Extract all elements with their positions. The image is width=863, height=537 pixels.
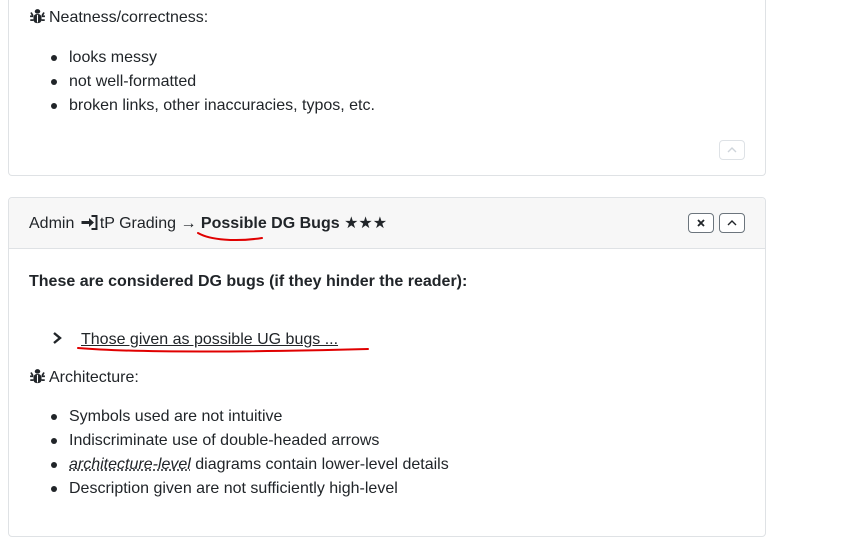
neatness-heading-row: Neatness/correctness: [29,8,208,28]
bug-icon [29,368,46,385]
neatness-card: Neatness/correctness: looks messy not we… [8,0,766,176]
list-item: Description given are not sufficiently h… [29,477,449,501]
collapse-button[interactable] [719,140,745,160]
dg-intro: These are considered DG bugs (if they hi… [29,272,467,292]
bug-icon [29,8,46,25]
details-toggle[interactable]: Those given as possible UG bugs ... [51,330,338,350]
dg-bugs-card: Admin tP Grading → Possible DG Bugs ★★★ … [8,197,766,537]
sign-in-icon [81,215,98,230]
glossary-term[interactable]: architecture-level [69,456,191,473]
star-rating: ★★★ [344,215,387,232]
list-item: broken links, other inaccuracies, typos,… [29,94,375,118]
list-item: looks messy [29,46,375,70]
list-item: Indiscriminate use of double-headed arro… [29,429,449,453]
breadcrumb: Admin tP Grading → Possible DG Bugs ★★★ [29,214,387,234]
list-item-text: Symbols used are not intuitive [69,408,282,425]
chevron-up-icon [727,219,737,227]
architecture-heading: Architecture: [49,369,139,386]
architecture-list: Symbols used are not intuitive Indiscrim… [29,405,449,501]
close-icon [696,218,706,228]
list-item-text: diagrams contain lower-level details [191,456,449,473]
list-item-text: Indiscriminate use of double-headed arro… [69,432,379,449]
list-item: not well-formatted [29,70,375,94]
close-button[interactable] [688,213,714,233]
collapse-button[interactable] [719,213,745,233]
chevron-right-icon [51,331,63,345]
list-item-text: Description given are not sufficiently h… [69,480,398,497]
list-item: Symbols used are not intuitive [29,405,449,429]
breadcrumb-arrow: → [180,215,196,232]
card-header: Admin tP Grading → Possible DG Bugs ★★★ [9,198,765,249]
details-summary[interactable]: Those given as possible UG bugs ... [81,331,338,348]
page-title: Possible DG Bugs [201,215,340,232]
breadcrumb-section[interactable]: tP Grading [100,215,176,232]
architecture-heading-row: Architecture: [29,368,139,388]
chevron-up-icon [727,146,737,154]
neatness-heading: Neatness/correctness: [49,9,208,26]
breadcrumb-admin[interactable]: Admin [29,215,74,232]
neatness-list: looks messy not well-formatted broken li… [29,46,375,118]
list-item: architecture-level diagrams contain lowe… [29,453,449,477]
